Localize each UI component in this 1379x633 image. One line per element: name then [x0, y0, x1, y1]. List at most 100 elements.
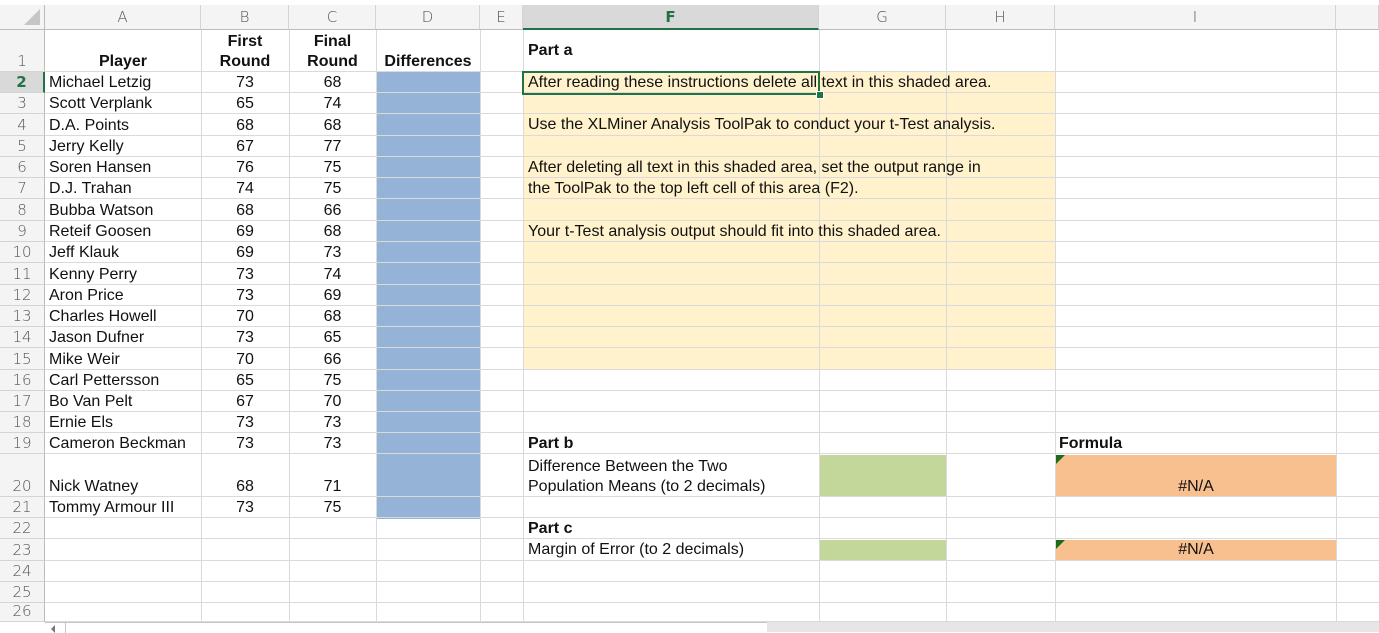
final-round-cell[interactable]: 66: [289, 350, 376, 369]
fill-handle[interactable]: [816, 91, 824, 99]
part-b-answer-cell[interactable]: [820, 455, 946, 497]
first-round-cell[interactable]: 67: [201, 137, 289, 156]
final-round-cell[interactable]: 73: [289, 434, 376, 453]
player-name-cell[interactable]: Tommy Armour III: [49, 498, 174, 517]
player-name-cell[interactable]: Mike Weir: [49, 350, 120, 369]
first-round-cell[interactable]: 74: [201, 179, 289, 198]
first-round-cell[interactable]: 68: [201, 201, 289, 220]
active-cell-selection[interactable]: [522, 71, 820, 95]
row-header-4[interactable]: 4: [0, 114, 45, 136]
player-name-cell[interactable]: Michael Letzig: [49, 73, 151, 92]
player-name-cell[interactable]: Nick Watney: [49, 477, 138, 496]
player-name-cell[interactable]: Reteif Goosen: [49, 222, 151, 241]
player-name-cell[interactable]: Scott Verplank: [49, 94, 152, 113]
row-header-10[interactable]: 10: [0, 242, 45, 263]
error-indicator-icon[interactable]: [1056, 540, 1065, 549]
player-name-cell[interactable]: Carl Pettersson: [49, 371, 159, 390]
final-round-cell[interactable]: 71: [289, 477, 376, 496]
player-name-cell[interactable]: Jerry Kelly: [49, 137, 124, 156]
part-c-answer-cell[interactable]: [820, 540, 946, 560]
first-round-cell[interactable]: 69: [201, 222, 289, 241]
row-header-1[interactable]: 1: [0, 30, 45, 72]
row-header-17[interactable]: 17: [0, 391, 45, 412]
final-round-cell[interactable]: 68: [289, 116, 376, 135]
row-header-9[interactable]: 9: [0, 221, 45, 242]
column-header-c[interactable]: C: [289, 5, 376, 30]
player-name-cell[interactable]: Bo Van Pelt: [49, 392, 132, 411]
row-header-14[interactable]: 14: [0, 327, 45, 348]
final-round-cell[interactable]: 74: [289, 265, 376, 284]
row-header-26[interactable]: 26: [0, 602, 45, 622]
row-header-16[interactable]: 16: [0, 370, 45, 391]
first-round-cell[interactable]: 67: [201, 392, 289, 411]
row-header-3[interactable]: 3: [0, 93, 45, 114]
player-name-cell[interactable]: Kenny Perry: [49, 265, 137, 284]
differences-input-range[interactable]: [377, 72, 480, 519]
first-round-cell[interactable]: 68: [201, 477, 289, 496]
first-round-cell[interactable]: 73: [201, 265, 289, 284]
final-round-cell[interactable]: 66: [289, 201, 376, 220]
row-header-20[interactable]: 20: [0, 454, 45, 497]
final-round-cell[interactable]: 73: [289, 413, 376, 432]
first-round-cell[interactable]: 65: [201, 94, 289, 113]
column-header-i[interactable]: I: [1055, 5, 1336, 30]
final-round-cell[interactable]: 77: [289, 137, 376, 156]
player-name-cell[interactable]: Jason Dufner: [49, 328, 144, 347]
column-header-f[interactable]: F: [523, 5, 819, 30]
sheet-tabs-area[interactable]: [45, 622, 767, 633]
first-round-cell[interactable]: 73: [201, 413, 289, 432]
first-round-cell[interactable]: 70: [201, 350, 289, 369]
first-round-cell[interactable]: 65: [201, 371, 289, 390]
final-round-cell[interactable]: 70: [289, 392, 376, 411]
player-name-cell[interactable]: Aron Price: [49, 286, 124, 305]
row-header-21[interactable]: 21: [0, 497, 45, 518]
first-round-cell[interactable]: 73: [201, 498, 289, 517]
column-header-g[interactable]: G: [819, 5, 946, 30]
player-name-cell[interactable]: Bubba Watson: [49, 201, 153, 220]
first-round-cell[interactable]: 73: [201, 286, 289, 305]
player-name-cell[interactable]: D.A. Points: [49, 116, 129, 135]
player-name-cell[interactable]: Cameron Beckman: [49, 434, 186, 453]
column-header-b[interactable]: B: [201, 5, 289, 30]
column-header-d[interactable]: D: [376, 5, 480, 30]
player-name-cell[interactable]: Charles Howell: [49, 307, 157, 326]
error-indicator-icon[interactable]: [1056, 455, 1065, 464]
column-header-e[interactable]: E: [480, 5, 523, 30]
row-header-25[interactable]: 25: [0, 582, 45, 603]
row-header-7[interactable]: 7: [0, 178, 45, 199]
column-header-h[interactable]: H: [946, 5, 1055, 30]
row-header-13[interactable]: 13: [0, 306, 45, 327]
row-header-6[interactable]: 6: [0, 157, 45, 178]
final-round-cell[interactable]: 68: [289, 222, 376, 241]
row-header-11[interactable]: 11: [0, 263, 45, 285]
first-round-cell[interactable]: 68: [201, 116, 289, 135]
select-all-corner[interactable]: [0, 5, 45, 30]
row-header-24[interactable]: 24: [0, 561, 45, 582]
player-name-cell[interactable]: Jeff Klauk: [49, 243, 119, 262]
row-header-22[interactable]: 22: [0, 518, 45, 539]
final-round-cell[interactable]: 68: [289, 307, 376, 326]
final-round-cell[interactable]: 75: [289, 158, 376, 177]
first-round-cell[interactable]: 69: [201, 243, 289, 262]
first-round-cell[interactable]: 73: [201, 73, 289, 92]
first-round-cell[interactable]: 73: [201, 328, 289, 347]
row-header-12[interactable]: 12: [0, 285, 45, 306]
column-header-a[interactable]: A: [45, 5, 201, 30]
player-name-cell[interactable]: Soren Hansen: [49, 158, 151, 177]
final-round-cell[interactable]: 75: [289, 371, 376, 390]
row-header-23[interactable]: 23: [0, 539, 45, 561]
final-round-cell[interactable]: 65: [289, 328, 376, 347]
row-header-18[interactable]: 18: [0, 412, 45, 433]
row-header-8[interactable]: 8: [0, 199, 45, 221]
first-round-cell[interactable]: 73: [201, 434, 289, 453]
final-round-cell[interactable]: 73: [289, 243, 376, 262]
first-round-cell[interactable]: 70: [201, 307, 289, 326]
final-round-cell[interactable]: 68: [289, 73, 376, 92]
row-header-5[interactable]: 5: [0, 136, 45, 157]
final-round-cell[interactable]: 74: [289, 94, 376, 113]
column-header-j[interactable]: [1336, 5, 1379, 30]
row-header-19[interactable]: 19: [0, 433, 45, 454]
first-round-cell[interactable]: 76: [201, 158, 289, 177]
final-round-cell[interactable]: 75: [289, 179, 376, 198]
row-header-2[interactable]: 2: [0, 72, 45, 93]
